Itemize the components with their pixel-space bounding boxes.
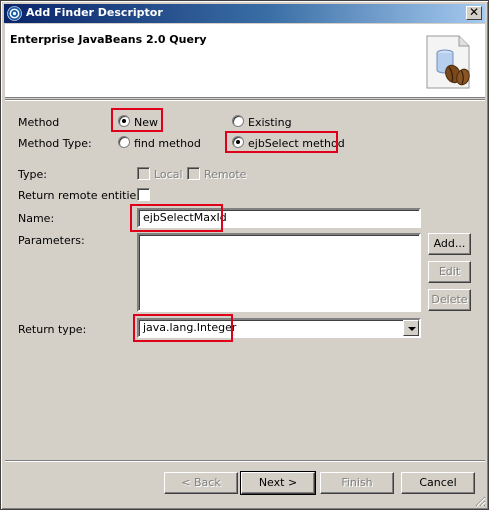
remote-label: Remote bbox=[204, 168, 247, 181]
return-remote-label: Return remote entities: bbox=[18, 189, 146, 202]
header-separator bbox=[5, 99, 485, 101]
add-parameter-button[interactable]: Add... bbox=[428, 233, 471, 255]
find-method-radio[interactable] bbox=[118, 136, 130, 148]
resize-grip-icon[interactable] bbox=[474, 495, 486, 507]
ejbselect-method-radio[interactable] bbox=[232, 136, 244, 148]
window-title: Add Finder Descriptor bbox=[26, 6, 163, 19]
close-button[interactable]: ✕ bbox=[466, 6, 482, 20]
cancel-button[interactable]: Cancel bbox=[401, 472, 475, 494]
ejb-bean-icon bbox=[426, 35, 470, 89]
return-type-value: java.lang.Integer bbox=[143, 321, 237, 334]
edit-parameter-button[interactable]: Edit bbox=[428, 261, 471, 283]
return-type-select[interactable]: java.lang.Integer bbox=[137, 318, 421, 338]
method-existing-label[interactable]: Existing bbox=[248, 116, 292, 129]
local-label: Local bbox=[154, 168, 183, 181]
name-label: Name: bbox=[18, 212, 55, 225]
find-method-label[interactable]: find method bbox=[134, 137, 201, 150]
parameters-label: Parameters: bbox=[18, 234, 85, 247]
type-label: Type: bbox=[18, 168, 47, 181]
delete-parameter-button[interactable]: Delete bbox=[428, 289, 471, 311]
method-label: Method bbox=[18, 116, 60, 129]
page-title: Enterprise JavaBeans 2.0 Query bbox=[10, 33, 207, 46]
close-icon: ✕ bbox=[468, 5, 480, 19]
title-bar[interactable]: Add Finder Descriptor ✕ bbox=[4, 4, 485, 23]
return-remote-checkbox[interactable] bbox=[137, 188, 150, 201]
method-existing-radio[interactable] bbox=[232, 115, 244, 127]
parameters-list[interactable] bbox=[137, 233, 421, 312]
ejbselect-method-label[interactable]: ejbSelect method bbox=[248, 137, 345, 150]
remote-checkbox[interactable] bbox=[187, 167, 200, 180]
method-new-label[interactable]: New bbox=[134, 116, 158, 129]
name-input[interactable]: ejbSelectMaxId bbox=[137, 208, 421, 228]
chevron-down-icon[interactable] bbox=[403, 320, 419, 336]
dialog-window: Add Finder Descriptor ✕ Enterprise JavaB… bbox=[0, 0, 489, 510]
footer-separator bbox=[5, 460, 485, 462]
eclipse-icon bbox=[7, 6, 22, 21]
next-button[interactable]: Next > bbox=[240, 471, 316, 495]
finish-button[interactable]: Finish bbox=[320, 472, 394, 494]
header-banner: Enterprise JavaBeans 2.0 Query bbox=[5, 24, 485, 98]
name-input-value: ejbSelectMaxId bbox=[143, 211, 227, 224]
return-type-label: Return type: bbox=[18, 323, 87, 336]
method-new-radio[interactable] bbox=[118, 115, 130, 127]
method-type-label: Method Type: bbox=[18, 137, 92, 150]
back-button[interactable]: < Back bbox=[164, 472, 238, 494]
local-checkbox[interactable] bbox=[137, 167, 150, 180]
